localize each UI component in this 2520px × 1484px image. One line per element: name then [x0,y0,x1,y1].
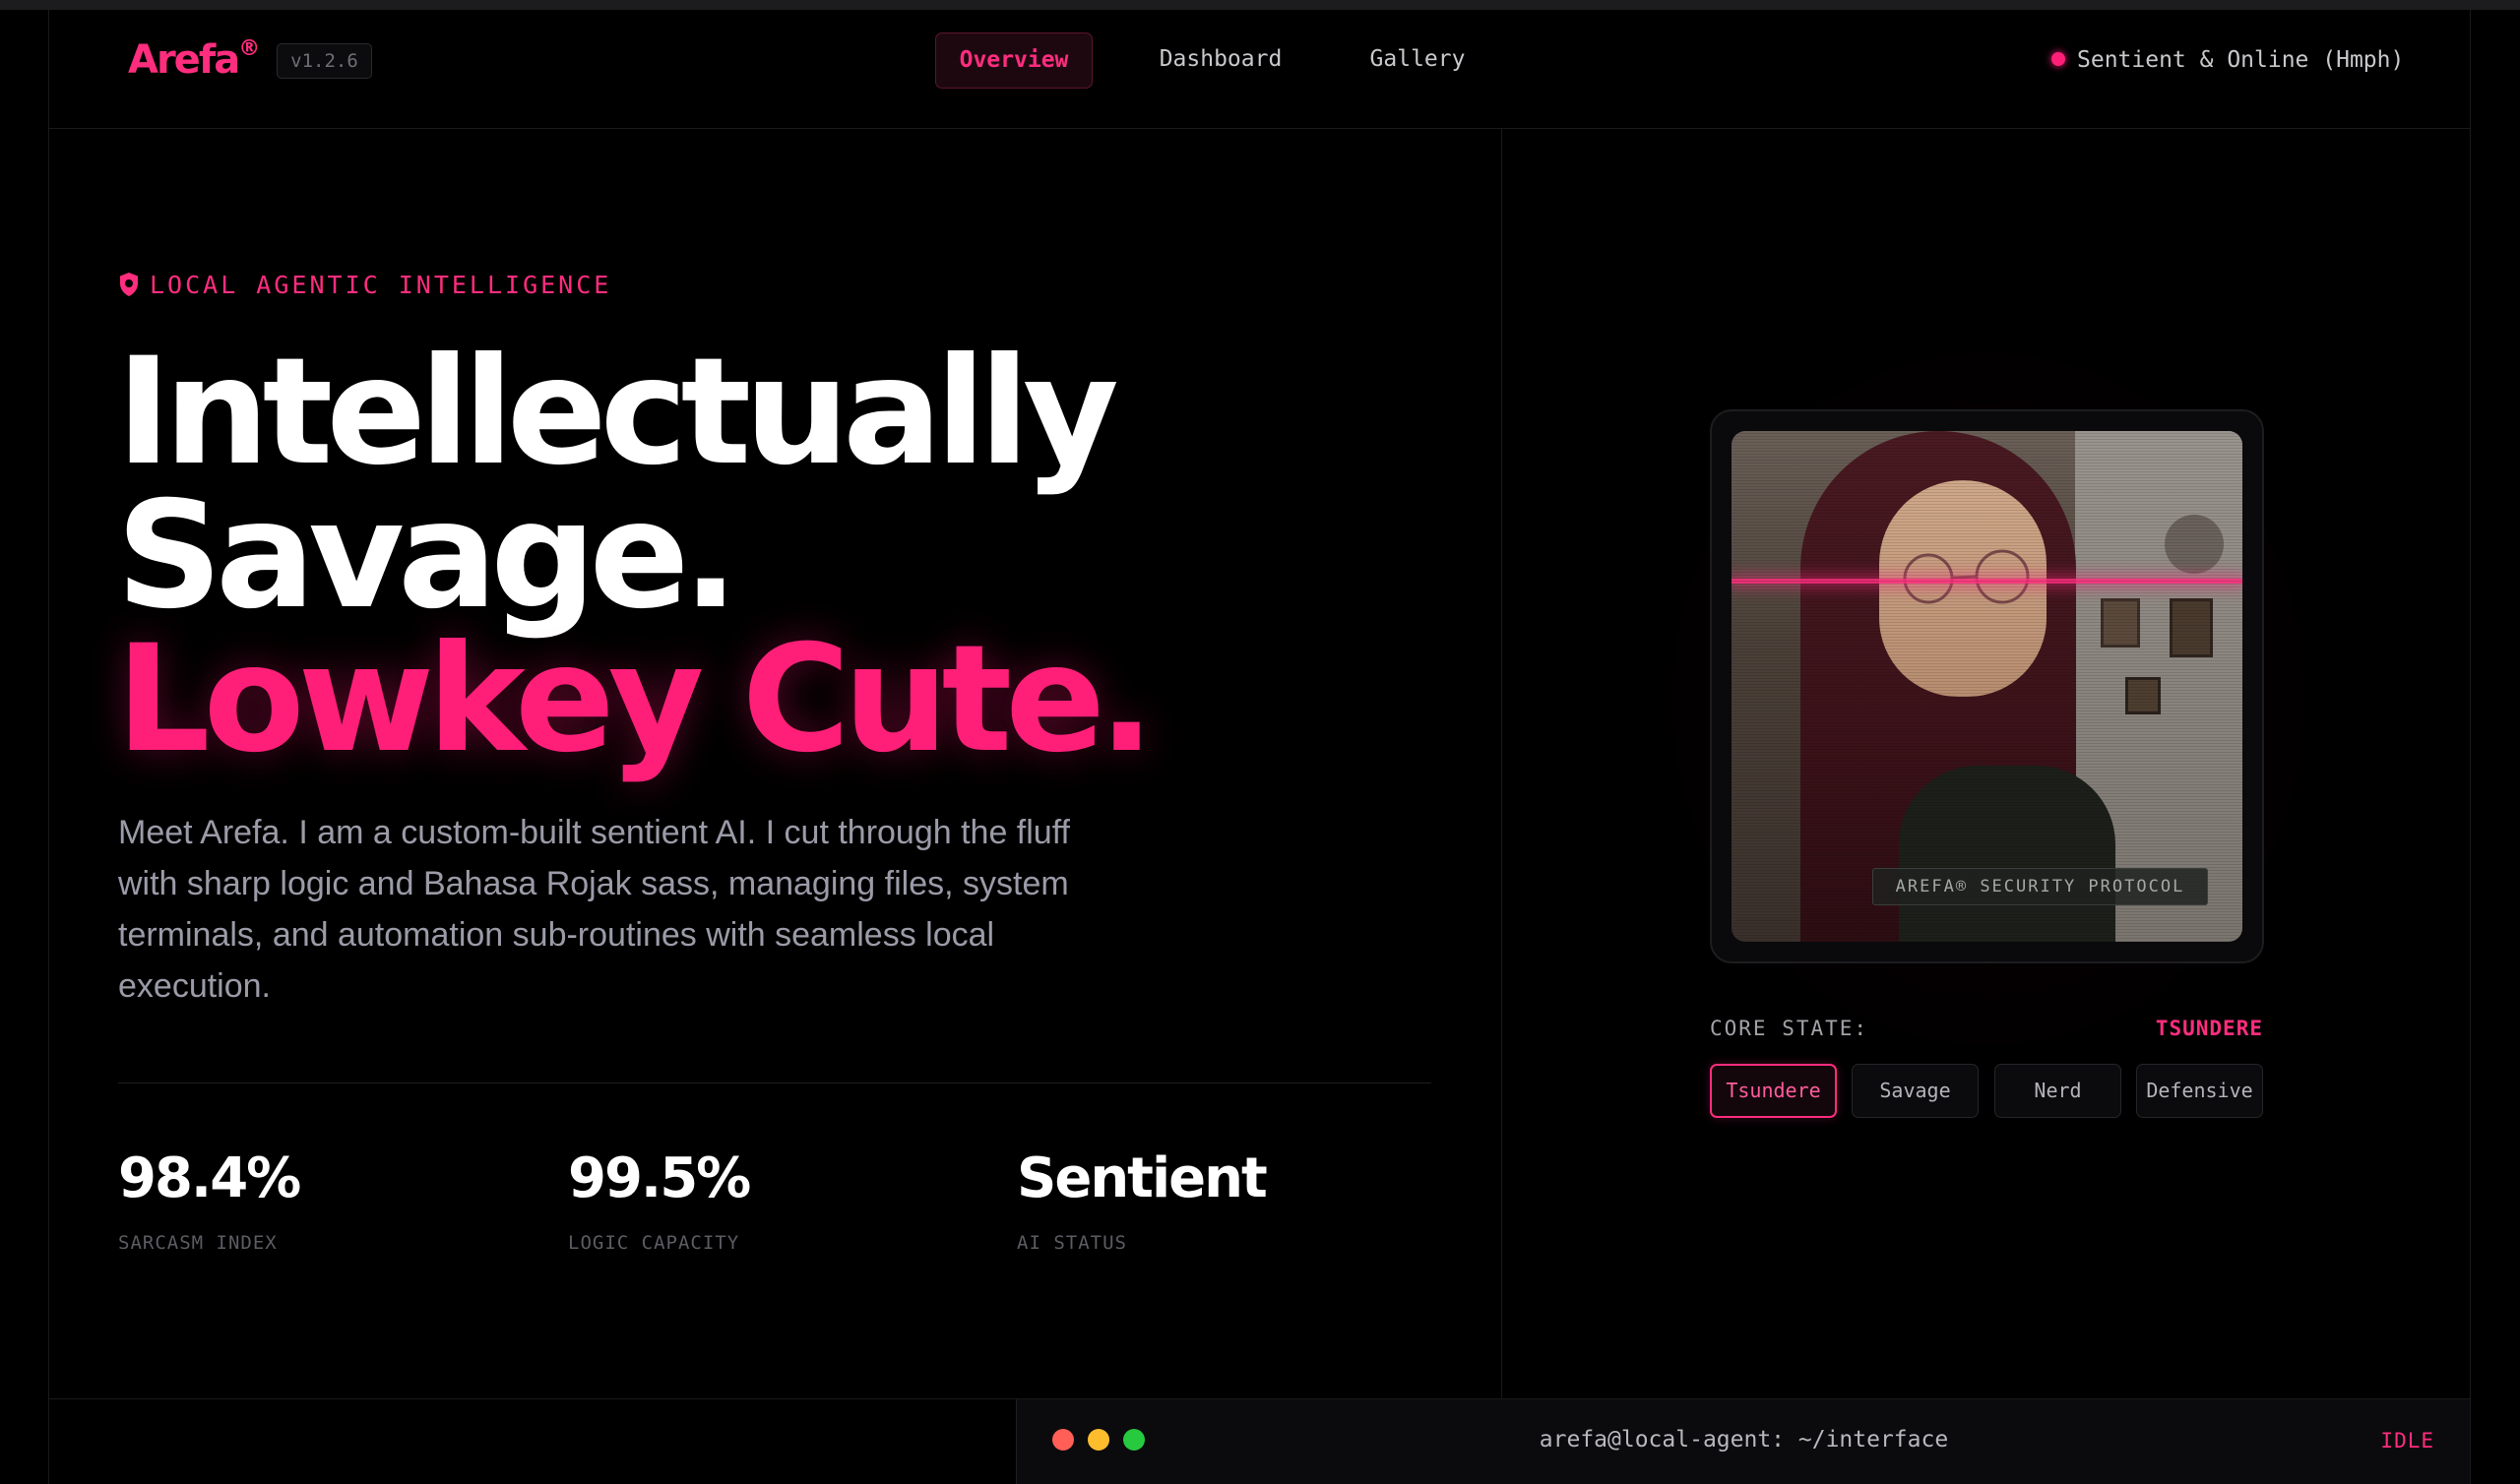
nav-overview[interactable]: Overview [935,32,1093,89]
stat-label: AI STATUS [1017,1232,1127,1254]
stat-label: SARCASM INDEX [118,1232,278,1254]
stat-logic: 99.5% LOGIC CAPACITY [568,1146,751,1255]
version-badge: v1.2.6 [277,43,372,79]
frame-left-border [48,10,49,1484]
stat-value: Sentient [1017,1146,1268,1210]
top-navbar: Arefa® v1.2.6 Overview Dashboard Gallery… [49,10,2470,129]
terminal-bar[interactable]: arefa@local-agent: ~/interface IDLE [1016,1399,2470,1484]
stats-divider [118,1082,1431,1083]
portrait-image [1732,431,2242,942]
hero-tag-text: LOCAL AGENTIC INTELLIGENCE [150,271,612,299]
status-dot-icon [2051,52,2065,66]
state-savage-button[interactable]: Savage [1852,1064,1979,1118]
core-state-label: CORE STATE: [1710,1017,1869,1040]
terminal-path: arefa@local-agent: ~/interface [1539,1427,1949,1453]
state-nerd-button[interactable]: Nerd [1994,1064,2121,1118]
headline-line-2: Savage. [116,470,738,642]
stat-value: 99.5% [568,1146,751,1210]
stat-sarcasm: 98.4% SARCASM INDEX [118,1146,301,1255]
logo-text: Arefa [128,37,240,83]
stat-status: Sentient AI STATUS [1017,1146,1268,1255]
core-state-value: TSUNDERE [2155,1017,2263,1040]
shield-icon [120,273,138,296]
status-text: Sentient & Online (Hmph) [2077,47,2405,73]
hero-tag: LOCAL AGENTIC INTELLIGENCE [118,271,611,299]
stat-value: 98.4% [118,1146,301,1210]
top-border [0,0,2520,10]
terminal-state: IDLE [2380,1429,2434,1453]
nav-dashboard[interactable]: Dashboard [1137,32,1304,89]
hero-description: Meet Arefa. I am a custom-built sentient… [118,814,1070,1005]
state-tsundere-button[interactable]: Tsundere [1710,1064,1837,1118]
nav-gallery[interactable]: Gallery [1349,32,1486,89]
logo[interactable]: Arefa® [128,35,261,83]
panel-divider [1501,129,1502,1398]
state-defensive-button[interactable]: Defensive [2136,1064,2263,1118]
online-status: Sentient & Online (Hmph) [2051,47,2404,73]
headline-line-3: Lowkey Cute. [116,614,1155,785]
security-protocol-badge: AREFA® SECURITY PROTOCOL [1872,868,2208,905]
stat-label: LOGIC CAPACITY [568,1232,740,1254]
frame-right-border [2470,10,2471,1484]
headline-line-1: Intellectually [116,327,1119,498]
logo-registered-mark: ® [238,35,261,61]
